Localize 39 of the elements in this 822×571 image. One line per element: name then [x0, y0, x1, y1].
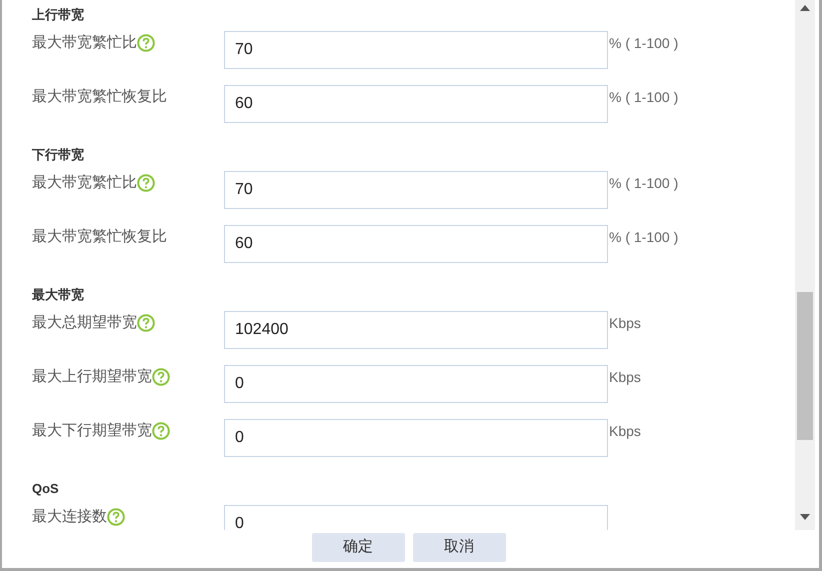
field-label: 最大带宽繁忙恢复比	[32, 228, 167, 246]
scroll-up-icon[interactable]	[800, 5, 810, 11]
unit-label: Kbps	[608, 314, 641, 333]
help-icon[interactable]	[152, 368, 170, 386]
unit-label: Kbps	[608, 368, 641, 387]
section-heading: 下行带宽	[32, 146, 85, 164]
unit-label: % ( 1-100 )	[608, 174, 678, 193]
unit-label: Kbps	[608, 422, 641, 441]
help-icon[interactable]	[137, 314, 155, 332]
unit-label: % ( 1-100 )	[608, 88, 678, 107]
input-field[interactable]: 0	[224, 505, 608, 530]
field-label: 最大上行期望带宽	[32, 368, 152, 386]
help-icon[interactable]	[137, 34, 155, 52]
cancel-button[interactable]: 取消	[412, 533, 506, 562]
scroll-thumb[interactable]	[797, 292, 813, 440]
field-label: 最大连接数	[32, 508, 107, 526]
input-field[interactable]: 60	[224, 85, 608, 123]
section-heading: 上行带宽	[32, 6, 85, 24]
field-label: 最大带宽繁忙比	[32, 174, 137, 192]
input-field[interactable]: 70	[224, 31, 608, 69]
field-label: 最大总期望带宽	[32, 314, 137, 332]
help-icon[interactable]	[137, 174, 155, 192]
field-label: 最大带宽繁忙恢复比	[32, 88, 167, 106]
input-field[interactable]: 0	[224, 365, 608, 403]
field-label: 最大下行期望带宽	[32, 422, 152, 440]
scroll-down-icon[interactable]	[800, 514, 810, 520]
input-field[interactable]: 70	[224, 171, 608, 209]
unit-label: % ( 1-100 )	[608, 34, 678, 53]
confirm-button[interactable]: 确定	[312, 533, 404, 562]
help-icon[interactable]	[152, 422, 170, 440]
field-label: 最大带宽繁忙比	[32, 34, 137, 52]
input-field[interactable]: 60	[224, 225, 608, 263]
unit-label: % ( 1-100 )	[608, 228, 678, 247]
section-heading: 最大带宽	[32, 286, 85, 304]
scrollbar[interactable]	[795, 0, 815, 530]
help-icon[interactable]	[107, 508, 125, 526]
section-heading: QoS	[32, 480, 60, 498]
input-field[interactable]: 0	[224, 419, 608, 457]
input-field[interactable]: 102400	[224, 311, 608, 349]
